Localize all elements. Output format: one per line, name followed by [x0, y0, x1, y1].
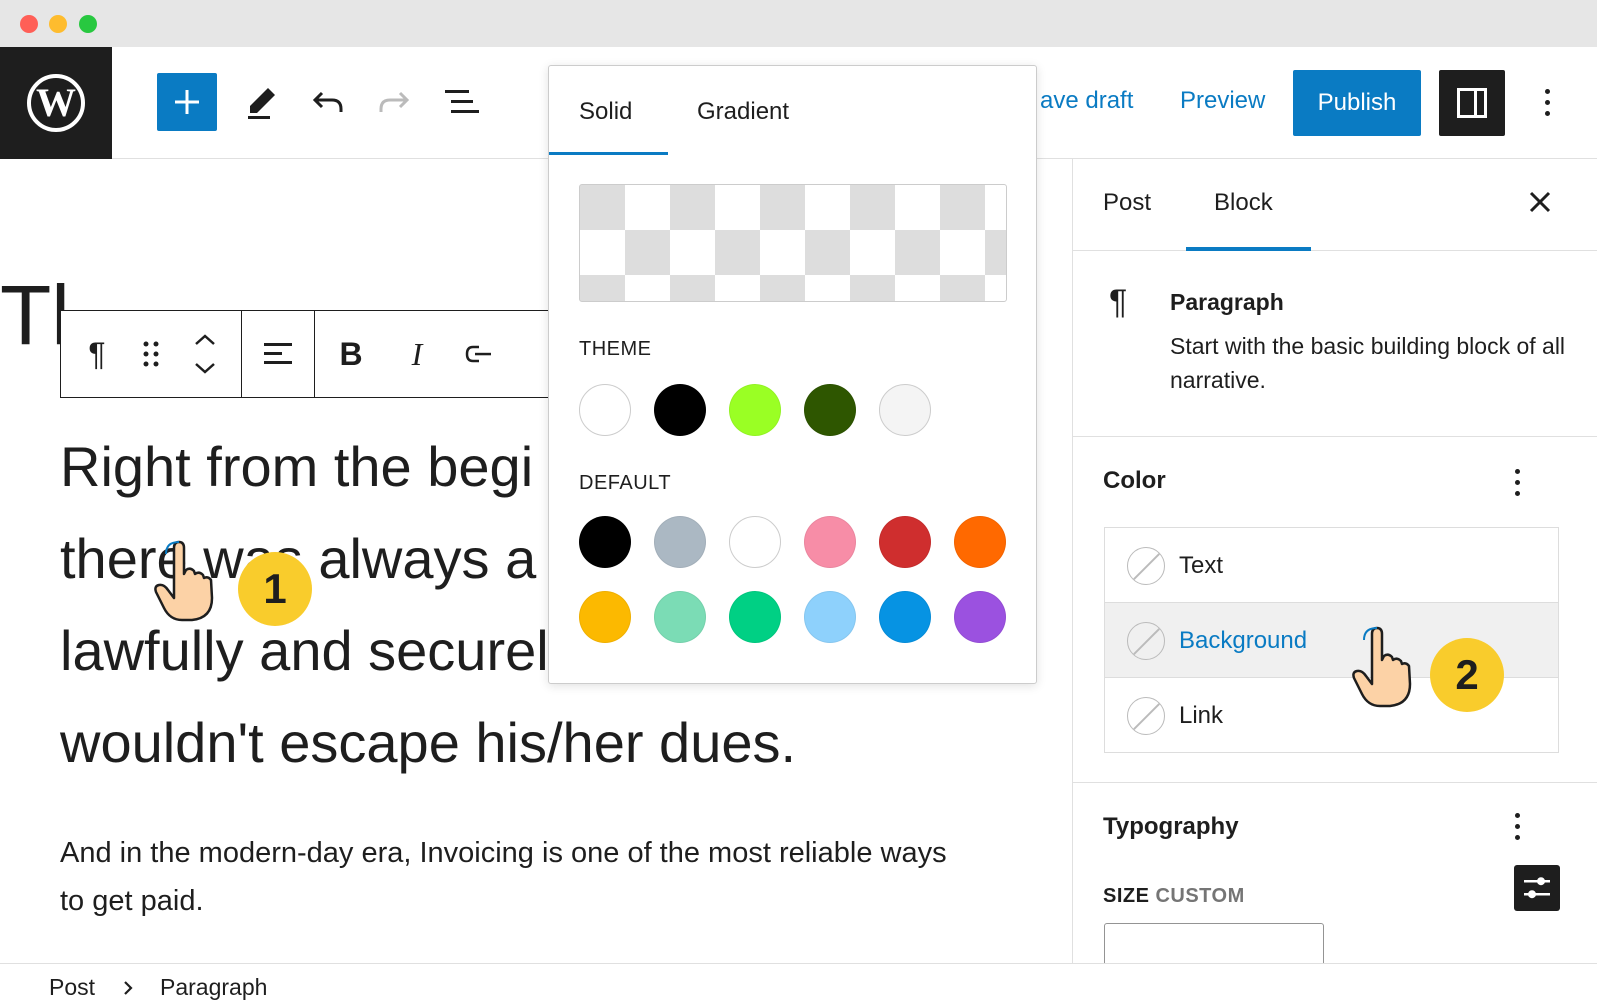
preview-button[interactable]: Preview — [1180, 87, 1265, 115]
size-custom-text: CUSTOM — [1155, 885, 1245, 907]
breadcrumb-item-paragraph[interactable]: Paragraph — [160, 974, 267, 1001]
chevron-right-icon — [124, 981, 133, 995]
settings-sidebar: Post Block ¶ Paragraph Start with the ba… — [1072, 159, 1597, 963]
italic-icon[interactable]: I — [395, 332, 439, 376]
color-swatch[interactable] — [954, 591, 1006, 643]
no-color-swatch-icon — [1127, 697, 1165, 735]
custom-size-toggle[interactable] — [1514, 865, 1560, 911]
move-up-down-icon[interactable] — [183, 332, 227, 376]
plus-icon — [175, 90, 199, 114]
step-badge-2: 2 — [1430, 638, 1504, 712]
color-swatch[interactable] — [804, 591, 856, 643]
block-toolbar-group-block: ¶ — [61, 311, 242, 397]
tab-post[interactable]: Post — [1103, 189, 1151, 217]
typography-panel: Typography SIZE CUSTOM — [1073, 783, 1597, 963]
color-swatch[interactable] — [879, 384, 931, 436]
pencil-icon — [248, 88, 275, 119]
block-card-title: Paragraph — [1170, 289, 1284, 315]
color-swatch[interactable] — [804, 516, 856, 568]
color-swatch[interactable] — [729, 516, 781, 568]
tab-solid[interactable]: Solid — [579, 98, 632, 126]
typography-panel-title: Typography — [1103, 813, 1239, 840]
color-swatch[interactable] — [579, 516, 631, 568]
no-color-swatch-icon — [1127, 547, 1165, 585]
active-tab-indicator — [549, 152, 668, 155]
wordpress-logo-icon[interactable]: W — [0, 47, 112, 159]
breadcrumb: Post Paragraph — [0, 963, 1597, 1008]
block-toolbar: ¶ B I — [60, 310, 560, 398]
color-settings-list: Text Background Link — [1104, 527, 1559, 753]
minimize-window-button[interactable] — [49, 15, 67, 33]
edit-tools-button[interactable] — [237, 77, 287, 127]
window-titlebar — [0, 0, 1597, 47]
hand-pointer-icon — [154, 540, 214, 622]
color-picker-popover: Solid Gradient THEME DEFAULT — [548, 65, 1037, 684]
redo-button[interactable] — [369, 77, 419, 127]
document-overview-button[interactable] — [437, 77, 487, 127]
color-item-label: Text — [1179, 552, 1224, 579]
settings-sidebar-toggle[interactable] — [1439, 70, 1505, 136]
paragraph-line: And in the modern-day era, Invoicing is … — [60, 837, 947, 869]
sidebar-tabs: Post Block — [1073, 159, 1597, 251]
color-swatch[interactable] — [954, 516, 1006, 568]
link-icon[interactable] — [461, 332, 505, 376]
color-item-text[interactable]: Text — [1105, 528, 1558, 603]
block-toolbar-group-format: B I — [315, 311, 519, 397]
paragraph-line: to get paid. — [60, 885, 204, 917]
tab-gradient[interactable]: Gradient — [697, 98, 789, 126]
breadcrumb-item-post[interactable]: Post — [49, 974, 95, 1001]
default-colors-heading: DEFAULT — [579, 472, 672, 494]
color-swatch[interactable] — [654, 516, 706, 568]
color-swatch[interactable] — [879, 516, 931, 568]
close-icon[interactable] — [1525, 187, 1555, 217]
hand-pointer-icon — [1352, 626, 1412, 708]
font-size-input[interactable] — [1104, 923, 1324, 963]
publish-button[interactable]: Publish — [1293, 70, 1421, 136]
color-swatch[interactable] — [729, 591, 781, 643]
drag-handle-icon[interactable] — [129, 332, 173, 376]
paragraph-block[interactable]: And in the modern-day era, Invoicing is … — [60, 829, 1020, 925]
bold-icon[interactable]: B — [329, 332, 373, 376]
color-panel-title: Color — [1103, 467, 1166, 494]
maximize-window-button[interactable] — [79, 15, 97, 33]
color-item-label: Background — [1179, 627, 1308, 654]
sidebar-icon — [1457, 88, 1487, 118]
typography-options-icon[interactable] — [1513, 813, 1521, 840]
color-swatch[interactable] — [654, 384, 706, 436]
color-swatch[interactable] — [579, 591, 631, 643]
undo-button[interactable] — [303, 77, 353, 127]
tab-block[interactable]: Block — [1214, 189, 1273, 217]
paragraph-line: wouldn't escape his/her dues. — [60, 711, 797, 774]
align-left-icon[interactable] — [256, 332, 300, 376]
add-block-button[interactable] — [157, 73, 217, 131]
color-swatch[interactable] — [879, 591, 931, 643]
theme-colors-heading: THEME — [579, 338, 652, 360]
size-label: SIZE CUSTOM — [1103, 885, 1245, 908]
redo-icon — [379, 91, 410, 112]
color-item-label: Link — [1179, 702, 1224, 729]
block-card-description: Start with the basic building block of a… — [1170, 333, 1566, 393]
paragraph-icon[interactable]: ¶ — [75, 332, 119, 376]
color-options-icon[interactable] — [1513, 469, 1521, 496]
color-panel: Color Text Background Link — [1073, 437, 1597, 783]
color-swatch[interactable] — [654, 591, 706, 643]
color-preview[interactable] — [579, 184, 1007, 302]
step-badge-1: 1 — [238, 552, 312, 626]
no-color-swatch-icon — [1127, 622, 1165, 660]
block-card: ¶ Paragraph Start with the basic buildin… — [1073, 251, 1597, 437]
save-draft-button[interactable]: ave draft — [1040, 87, 1133, 115]
close-window-button[interactable] — [20, 15, 38, 33]
list-view-icon — [445, 90, 479, 113]
paragraph-icon: ¶ — [1109, 283, 1128, 321]
sliders-icon — [1524, 877, 1550, 899]
undo-icon — [312, 91, 343, 112]
options-menu-icon[interactable] — [1543, 89, 1551, 116]
color-swatch[interactable] — [804, 384, 856, 436]
color-swatch[interactable] — [729, 384, 781, 436]
size-label-text: SIZE — [1103, 885, 1150, 907]
block-toolbar-group-align — [242, 311, 315, 397]
color-swatch[interactable] — [579, 384, 631, 436]
